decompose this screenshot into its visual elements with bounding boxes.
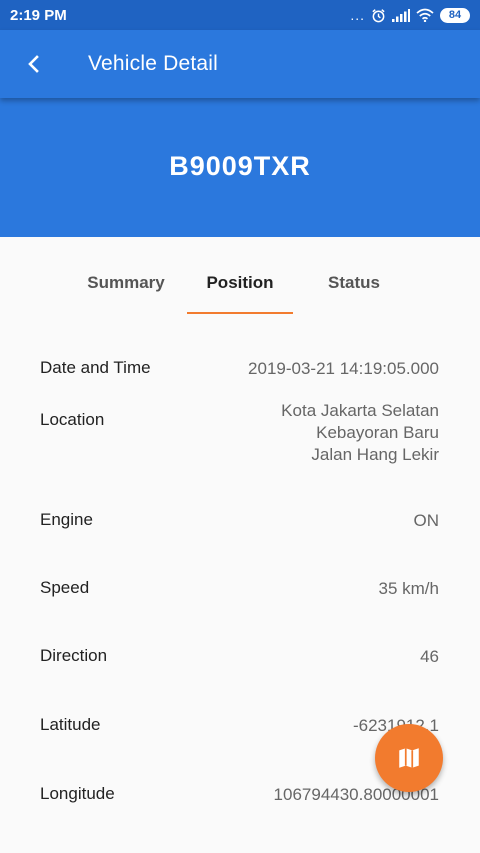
location-line: Jalan Hang Lekir [311,445,439,464]
back-button[interactable] [0,30,68,98]
page-title: Vehicle Detail [88,52,219,75]
detail-row-engine: Engine ON [40,510,439,532]
detail-label: Date and Time [40,358,151,377]
detail-label: Engine [40,510,93,529]
detail-row-location: Location Kota Jakarta Selatan Kebayoran … [40,400,439,466]
map-icon [399,748,419,768]
tab-position[interactable]: Position [183,258,297,314]
detail-row-date-time: Date and Time 2019-03-21 14:19:05.000 [40,358,439,380]
detail-row-speed: Speed 35 km/h [40,578,439,600]
location-line: Kota Jakarta Selatan [281,401,439,420]
vehicle-header: B9009TXR [0,98,480,237]
detail-label: Speed [40,578,90,597]
detail-label: Direction [40,646,108,665]
status-icons: ... 84 [350,7,470,23]
status-time: 2:19 PM [10,6,67,24]
active-tab-indicator [187,312,293,314]
alarm-icon [371,8,386,23]
battery-icon: 84 [440,7,470,23]
status-bar: 2:19 PM ... 84 [0,0,480,30]
detail-row-direction: Direction 46 [40,646,439,668]
detail-row-longitude: Longitude 106794430.80000001 [40,784,439,806]
detail-label: Location [40,410,105,429]
detail-row-latitude: Latitude -6231912.1 [40,715,439,737]
detail-value: 2019-03-21 14:19:05.000 [248,359,439,378]
tab-label: Status [328,273,380,292]
detail-label: Latitude [40,715,101,734]
vehicle-plate: B9009TXR [169,151,311,181]
signal-icon [392,8,410,22]
tab-status[interactable]: Status [297,258,411,314]
more-notifications-icon: ... [350,7,365,23]
detail-label: Longitude [40,784,115,803]
tab-summary[interactable]: Summary [69,258,183,314]
wifi-icon [416,8,434,22]
detail-value: 46 [420,647,439,666]
tab-label: Position [206,273,274,292]
chevron-left-icon [28,55,39,73]
detail-value: ON [413,511,440,530]
tab-bar: Summary Position Status [0,258,480,314]
tab-label: Summary [87,273,165,292]
location-line: Kebayoran Baru [316,423,439,442]
screen: 2:19 PM ... 84 Vehicle Detail B9009TXR S… [0,0,480,853]
app-bar: Vehicle Detail [0,30,480,98]
map-fab-button[interactable] [375,724,443,792]
detail-value: 35 km/h [378,579,439,598]
detail-value-location: Kota Jakarta Selatan Kebayoran Baru Jala… [281,400,439,466]
